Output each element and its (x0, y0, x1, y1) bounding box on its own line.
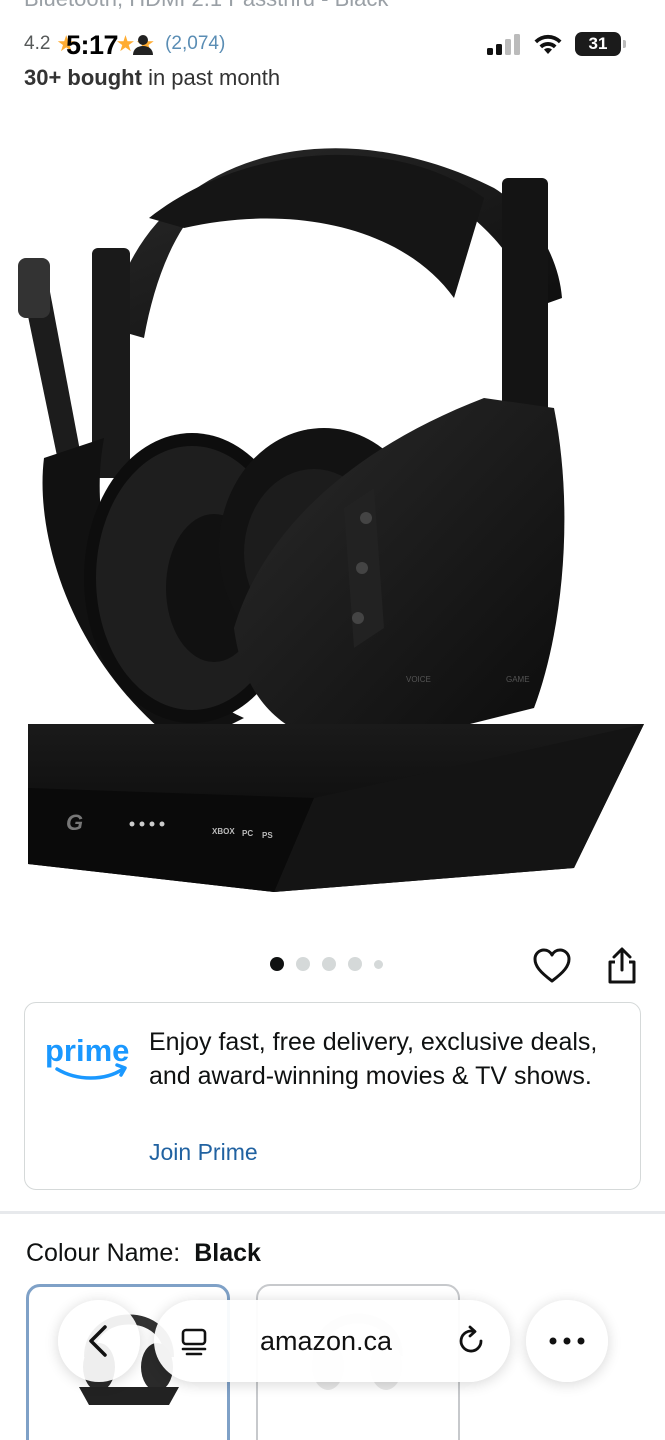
page-menu-icon[interactable] (178, 1326, 210, 1358)
prime-promo-card[interactable]: prime Enjoy fast, free delivery, exclusi… (24, 1002, 641, 1190)
rating-value: 4.2 (24, 33, 51, 54)
ellipsis-icon (549, 1337, 585, 1345)
colour-name-row: Colour Name: Black (26, 1239, 261, 1268)
status-icons: 31 (487, 32, 626, 56)
rating-row[interactable]: 4.2 ★ ★ ★ ★ ★ (2,074) (24, 33, 225, 55)
carousel-dot[interactable] (348, 957, 362, 971)
battery-level: 31 (588, 34, 608, 53)
url-text: amazon.ca (260, 1326, 393, 1356)
carousel-dot[interactable] (296, 957, 310, 971)
base-label-xbox: XBOX (212, 827, 235, 836)
carousel-dot[interactable] (322, 957, 336, 971)
bought-in-past-month: 30+ bought in past month (24, 65, 280, 91)
address-bar[interactable]: amazon.ca (154, 1300, 510, 1382)
chevron-left-icon (89, 1325, 107, 1357)
join-prime-link[interactable]: Join Prime (149, 1139, 258, 1166)
product-title-truncated: Bluetooth, HDMI 2.1 Passthru - Black (24, 0, 388, 12)
cup-label-game: GAME (506, 675, 530, 684)
base-label-ps: PS (262, 831, 273, 840)
cup-label-voice: VOICE (406, 675, 431, 684)
browser-toolbar: amazon.ca (0, 1290, 665, 1400)
base-logo-text: G (66, 810, 83, 835)
battery-icon: 31 (575, 32, 626, 56)
rating-count-link[interactable]: (2,074) (165, 33, 225, 55)
share-icon[interactable] (602, 946, 642, 986)
bought-count: 30+ bought (24, 65, 142, 90)
base-label-pc: PC (242, 829, 253, 838)
carousel-dot[interactable] (270, 957, 284, 971)
back-button[interactable] (58, 1300, 140, 1382)
colour-value: Black (194, 1239, 261, 1267)
more-options-button[interactable] (526, 1300, 608, 1382)
bought-suffix: in past month (141, 65, 281, 90)
section-divider (0, 1211, 665, 1214)
wifi-icon (534, 34, 562, 54)
image-carousel-dots[interactable] (270, 957, 383, 971)
status-time: 5:17 (66, 30, 119, 60)
heart-icon[interactable] (532, 946, 572, 986)
prime-message: Enjoy fast, free delivery, exclusive dea… (149, 1028, 598, 1090)
carousel-dot[interactable] (374, 959, 383, 969)
colour-label: Colour Name: (26, 1239, 181, 1267)
product-image-headset[interactable]: VOICE GAME G XBOX PC PS (14, 108, 654, 908)
person-icon (133, 35, 153, 55)
reload-icon[interactable] (454, 1324, 488, 1358)
prime-logo-icon: prime (45, 1033, 129, 1080)
prime-logo-text: prime (45, 1033, 129, 1068)
cellular-signal-icon (487, 34, 520, 55)
